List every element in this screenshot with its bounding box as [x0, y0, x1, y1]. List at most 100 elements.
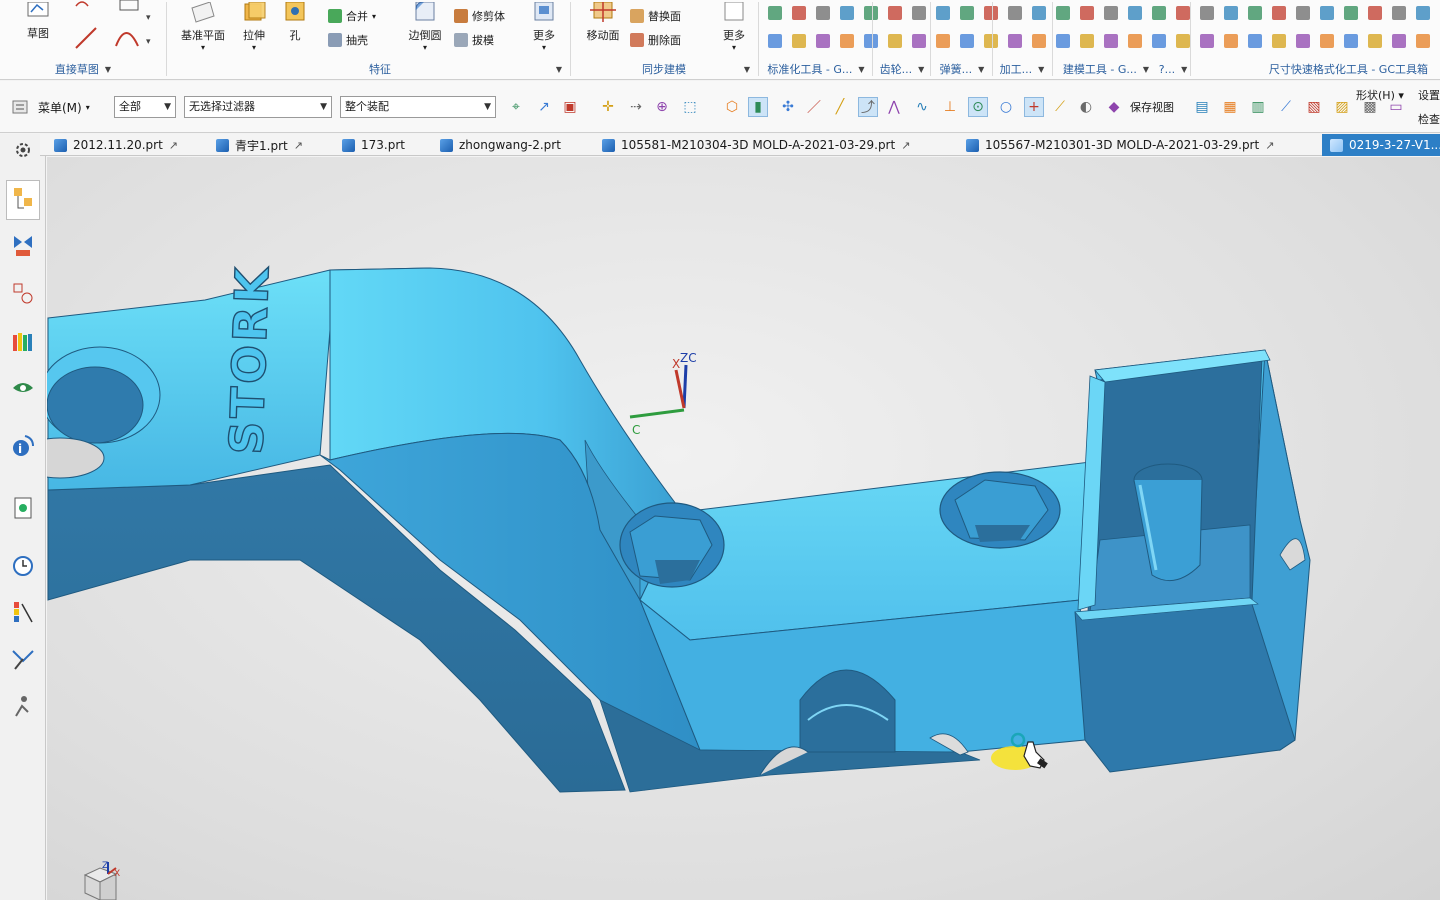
toolbar-tool-icon[interactable] — [1296, 34, 1310, 48]
web-browser-button[interactable]: i — [9, 432, 37, 460]
draft-button[interactable]: 拔模 — [454, 32, 494, 48]
toolbar-tool-icon[interactable] — [1272, 34, 1286, 48]
toolbar-tool-icon[interactable] — [1320, 6, 1334, 20]
check-button[interactable]: 检查 — [1418, 111, 1440, 127]
shape-menu[interactable]: 形状(H) ▾ — [1356, 87, 1404, 103]
reuse-library-button[interactable] — [9, 328, 37, 356]
group-feature[interactable]: 特征 ▼ — [168, 61, 568, 77]
document-button[interactable] — [9, 494, 37, 522]
roles-button[interactable] — [9, 692, 37, 720]
tab-file-2[interactable]: 青宇1.prt ↗ — [216, 134, 303, 156]
toolbar-tool-icon[interactable] — [840, 34, 854, 48]
snap-tool-icon[interactable]: ⊥ — [940, 97, 960, 117]
toolbar-tool-icon[interactable] — [1368, 6, 1382, 20]
settings-gear-button[interactable] — [9, 136, 37, 164]
snap-tool-icon[interactable]: ⇢ — [626, 97, 646, 117]
toolbar-tool-icon[interactable] — [1392, 34, 1406, 48]
toolbar-tool-icon[interactable] — [960, 34, 974, 48]
group-spring[interactable]: 弹簧... ▼ — [932, 61, 992, 77]
snap-tool-icon[interactable]: ⟋ — [1276, 97, 1296, 117]
filter-scope-select[interactable]: 全部 ▼ — [114, 96, 176, 118]
delete-face-button[interactable]: 删除面 — [630, 32, 681, 48]
datum-plane-button[interactable]: 基准平面 ▾ — [176, 2, 230, 52]
toolbar-tool-icon[interactable] — [960, 6, 974, 20]
toolbar-tool-icon[interactable] — [1176, 34, 1190, 48]
toolbar-tool-icon[interactable] — [864, 6, 878, 20]
save-view-button[interactable]: 保存视图 — [1130, 99, 1174, 115]
toolbar-tool-icon[interactable] — [1008, 6, 1022, 20]
process-studio-button[interactable] — [9, 646, 37, 674]
toolbar-tool-icon[interactable] — [936, 34, 950, 48]
toolbar-tool-icon[interactable] — [1032, 6, 1046, 20]
part-model-scene[interactable]: STORK X ZC C Z X — [47, 157, 1440, 900]
replace-face-button[interactable]: 替换面 — [630, 8, 681, 24]
toolbar-tool-icon[interactable] — [936, 6, 950, 20]
toolbar-tool-icon[interactable] — [816, 6, 830, 20]
toolbar-tool-icon[interactable] — [1008, 34, 1022, 48]
toolbar-tool-icon[interactable] — [1344, 6, 1358, 20]
toolbar-tool-icon[interactable] — [1248, 34, 1262, 48]
toolbar-tool-icon[interactable] — [792, 6, 806, 20]
snap-tool-icon[interactable]: ／ — [804, 97, 824, 117]
move-face-button[interactable]: 移动面 — [580, 2, 626, 43]
toolbar-tool-icon[interactable] — [912, 34, 926, 48]
snap-tool-icon[interactable]: ▣ — [560, 97, 580, 117]
group-sync-modeling[interactable]: 同步建模 ▼ — [572, 61, 756, 77]
part-navigator-button[interactable] — [6, 180, 40, 220]
toolbar-tool-icon[interactable] — [1104, 6, 1118, 20]
toolbar-tool-icon[interactable] — [1200, 34, 1214, 48]
toolbar-tool-icon[interactable] — [768, 6, 782, 20]
toolbar-tool-icon[interactable] — [984, 6, 998, 20]
toolbar-tool-icon[interactable] — [1080, 34, 1094, 48]
settings-button[interactable]: 设置 — [1418, 87, 1440, 103]
tab-file-active[interactable]: 0219-3-27-V1... — [1322, 134, 1440, 156]
snap-tool-icon[interactable]: ╱ — [830, 97, 850, 117]
toolbar-tool-icon[interactable] — [1392, 6, 1406, 20]
group-machining[interactable]: 加工... ▼ — [994, 61, 1050, 77]
tab-file-5[interactable]: 105581-M210304-3D MOLD-A-2021-03-29.prt ↗ — [602, 134, 910, 156]
snap-tool-icon[interactable]: ↗ — [534, 97, 554, 117]
group-gear[interactable]: 齿轮... ▼ — [874, 61, 930, 77]
snap-tool-icon[interactable]: ▤ — [1192, 97, 1212, 117]
snap-tool-icon[interactable]: ∿ — [912, 97, 932, 117]
toolbar-tool-icon[interactable] — [792, 34, 806, 48]
feature-more-button[interactable]: 更多 ▾ — [526, 2, 562, 52]
toolbar-tool-icon[interactable] — [1416, 34, 1430, 48]
tab-file-1[interactable]: 2012.11.20.prt ↗ — [54, 134, 178, 156]
toolbar-tool-icon[interactable] — [1224, 34, 1238, 48]
snap-tool-icon[interactable]: ⤴ — [858, 97, 878, 117]
group-unknown[interactable]: ?... ▼ — [1158, 61, 1188, 77]
snap-tool-icon[interactable]: ⬚ — [680, 97, 700, 117]
toolbar-tool-icon[interactable] — [1272, 6, 1286, 20]
snap-tool-icon[interactable]: ⬡ — [722, 97, 742, 117]
snap-tool-icon[interactable]: ▮ — [748, 97, 768, 117]
toolbar-tool-icon[interactable] — [1152, 34, 1166, 48]
toolbar-tool-icon[interactable] — [1056, 6, 1070, 20]
toolbar-tool-icon[interactable] — [1176, 6, 1190, 20]
toolbar-tool-icon[interactable] — [1128, 6, 1142, 20]
toolbar-tool-icon[interactable] — [1080, 6, 1094, 20]
trim-body-button[interactable]: 修剪体 — [454, 8, 505, 24]
snap-tool-icon[interactable]: ✛ — [598, 97, 618, 117]
toolbar-tool-icon[interactable] — [1368, 34, 1382, 48]
toolbar-tool-icon[interactable] — [1248, 6, 1262, 20]
group-direct-sketch[interactable]: 直接草图 ▼ — [4, 61, 162, 77]
sync-more-button[interactable]: 更多 ▾ — [714, 2, 754, 52]
toolbar-tool-icon[interactable] — [864, 34, 878, 48]
analysis-button[interactable] — [9, 598, 37, 626]
snap-tool-icon[interactable]: ⊕ — [652, 97, 672, 117]
snap-tool-icon[interactable]: ⌖ — [506, 97, 526, 117]
snap-tool-icon[interactable]: ✣ — [778, 97, 798, 117]
toolbar-tool-icon[interactable] — [816, 34, 830, 48]
toolbar-tool-icon[interactable] — [1200, 6, 1214, 20]
sketch-curve-tools[interactable]: ▾ ▾ — [72, 0, 162, 56]
group-standard-tools[interactable]: 标准化工具 - G... ▼ — [760, 61, 872, 77]
shell-button[interactable]: 抽壳 — [328, 32, 368, 48]
toolbar-tool-icon[interactable] — [1104, 34, 1118, 48]
tab-file-4[interactable]: zhongwang-2.prt — [440, 134, 561, 156]
snap-tool-icon[interactable]: ◐ — [1076, 97, 1096, 117]
menu-button[interactable]: 菜单(M) ▾ — [12, 97, 90, 117]
toolbar-tool-icon[interactable] — [1032, 34, 1046, 48]
toolbar-tool-icon[interactable] — [888, 6, 902, 20]
wcs-marker[interactable]: X ZC C — [629, 351, 697, 437]
